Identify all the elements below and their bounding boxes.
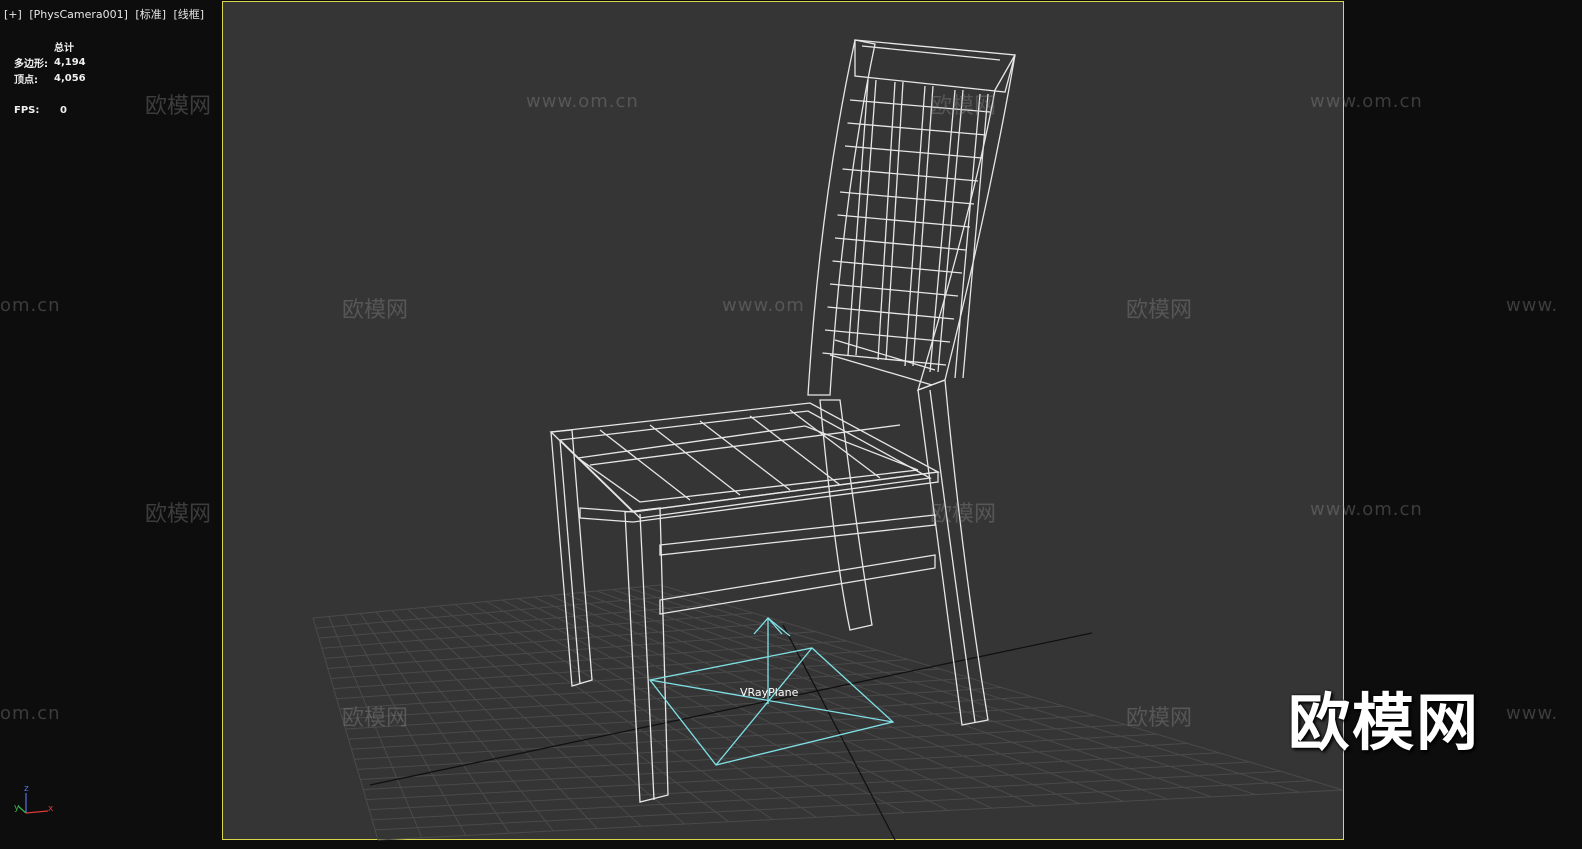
chair-back-bottom-rail — [829, 354, 933, 386]
chair-seat-slat — [789, 409, 881, 479]
viewport-display-mode-menu[interactable]: [线框] — [174, 8, 205, 21]
chair-stretcher — [659, 514, 936, 556]
viewport-menu-plus[interactable]: [+] — [4, 8, 22, 21]
viewport-label: [+] [PhysCamera001] [标准] [线框] — [4, 6, 208, 22]
chair-back-rib — [844, 145, 983, 159]
chair-back-slat — [912, 85, 934, 367]
viewport-statistics: 总计 多边形: 4,194 顶点: 4,056 FPS: 0 — [14, 38, 86, 118]
chair-back-rib — [849, 99, 991, 113]
chair-back-slat — [877, 81, 896, 361]
site-logo: 欧模网 — [1288, 686, 1481, 759]
chair-back-bottom-rail — [834, 339, 936, 371]
viewport-shading-menu[interactable]: [标准] — [135, 8, 166, 21]
chair-back-rib — [829, 283, 959, 297]
vray-plane-label: VRayPlane — [740, 686, 799, 699]
chair-back-rib — [834, 237, 967, 251]
chair-back-rib — [832, 260, 963, 274]
grid-line — [360, 733, 1157, 780]
fps-label: FPS: — [14, 104, 40, 116]
chair-back-rib — [842, 168, 979, 182]
vertices-label: 顶点: — [14, 74, 38, 86]
chair-seat-inner — [558, 410, 933, 519]
grid-line — [369, 761, 1250, 811]
chair-leg-edge — [559, 439, 581, 685]
axis-y-label: y — [14, 803, 20, 813]
vertices-value: 4,056 — [54, 72, 86, 84]
chair-seat-frame — [576, 425, 919, 503]
chair-back-slat — [962, 93, 989, 379]
grid-line — [517, 598, 949, 811]
chair-seat-slat — [649, 424, 741, 496]
polygons-label: 多边形: — [14, 58, 48, 70]
chair-seat-slat — [599, 429, 691, 501]
grid-line — [372, 770, 1281, 821]
chair-back-rib — [847, 122, 987, 136]
axis-z-label: z — [24, 784, 29, 794]
chair-leg-edge — [929, 389, 976, 723]
chair-top-rail-edge — [861, 45, 1001, 61]
chair-seat-slat — [699, 420, 791, 491]
axis-x-label: x — [48, 804, 54, 814]
axis-tripod — [17, 793, 49, 814]
chair-seat-slat — [749, 415, 841, 486]
chair-seat-top — [549, 402, 941, 513]
fps-value: 0 — [60, 104, 67, 116]
viewport-camera-menu[interactable]: [PhysCamera001] — [29, 8, 128, 21]
chair-leg-front-left — [550, 429, 593, 687]
stats-header: 总计 — [54, 42, 74, 54]
polygons-value: 4,194 — [54, 56, 86, 68]
grid-line — [345, 687, 1002, 730]
grid-line — [377, 789, 1344, 841]
grid-line — [612, 589, 1212, 798]
grid-line — [375, 780, 1312, 831]
